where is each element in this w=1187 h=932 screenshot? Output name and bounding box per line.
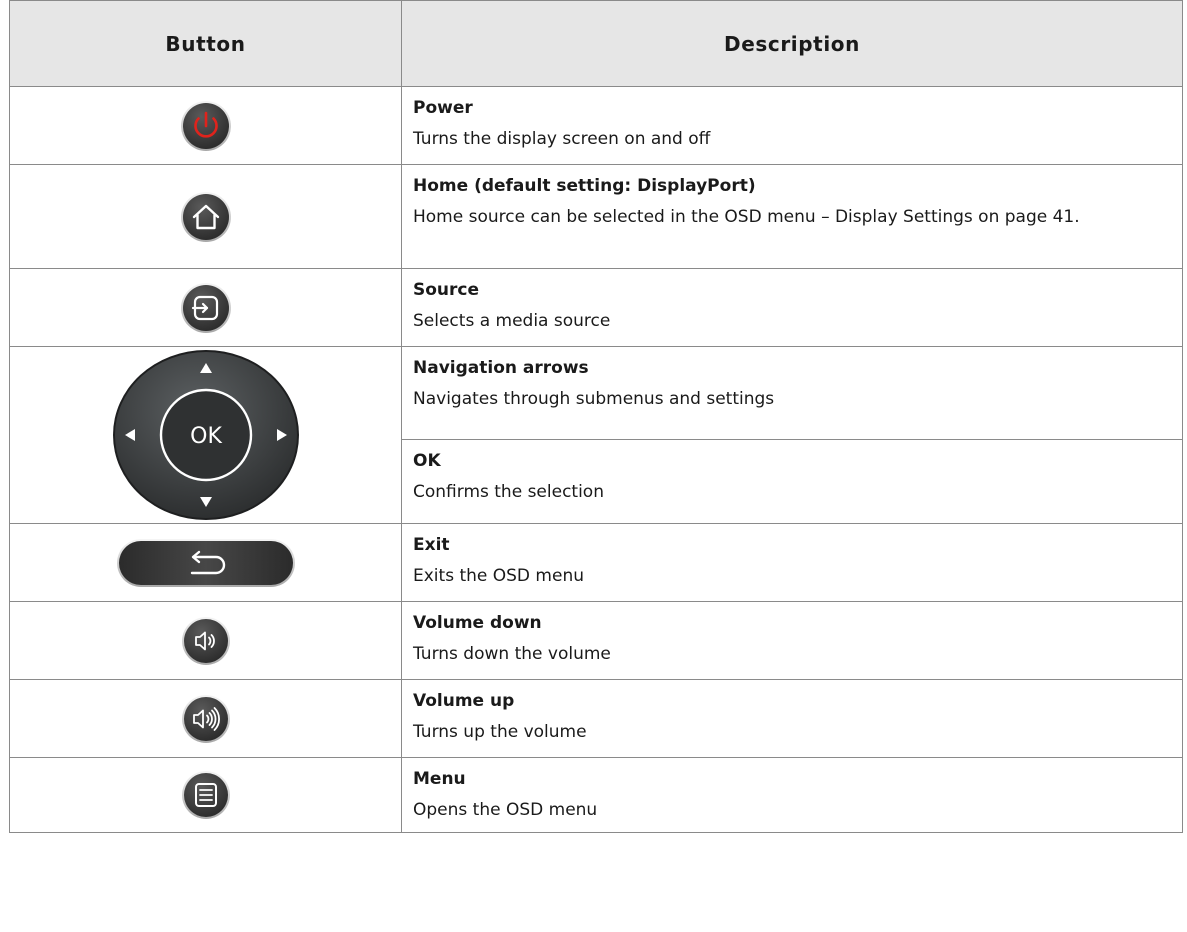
button-description-table: Button Description Power Turns the displ… [9,0,1183,833]
row-title: Exit [413,535,450,555]
row-title: Power [413,98,473,118]
row-title: Menu [413,769,466,789]
row-text: Selects a media source [413,311,611,331]
source-icon [180,282,232,334]
volume-down-icon [181,616,231,666]
row-title: Source [413,280,480,300]
exit-return-icon [116,538,296,588]
table-row-power: Power Turns the display screen on and of… [9,86,1183,165]
row-text: Turns up the volume [413,722,587,742]
home-icon [180,191,232,243]
power-icon [180,100,232,152]
row-text: Exits the OSD menu [413,566,584,586]
ok-label: OK [190,424,222,449]
row-title: Navigation arrows [413,358,589,378]
navigation-pad-icon: OK [111,349,301,521]
row-text: Navigates through submenus and settings [413,389,775,409]
table-row-exit: Exit Exits the OSD menu [9,523,1183,602]
table-row-navigation-arrows: OK Navigation arrows Navigates through s… [9,346,1183,524]
row-text: Opens the OSD menu [413,800,598,820]
row-title: Volume up [413,691,515,711]
table-row-menu: Menu Opens the OSD menu [9,757,1183,833]
table-row-volume-down: Volume down Turns down the volume [9,601,1183,680]
row-text: Confirms the selection [413,482,604,502]
row-title: Volume down [413,613,542,633]
row-title: OK [413,451,441,471]
menu-list-icon [181,770,231,820]
header-description: Description [401,0,1183,87]
row-text: Home source can be selected in the OSD m… [413,207,1080,227]
table-header-row: Button Description [9,0,1183,87]
table-row-home: Home (default setting: DisplayPort) Home… [9,164,1183,269]
table-row-source: Source Selects a media source [9,268,1183,347]
volume-up-icon [181,694,231,744]
row-title: Home (default setting: DisplayPort) [413,176,756,196]
table-row-volume-up: Volume up Turns up the volume [9,679,1183,758]
header-button: Button [9,0,402,87]
row-text: Turns the display screen on and off [413,129,711,149]
row-text: Turns down the volume [413,644,611,664]
